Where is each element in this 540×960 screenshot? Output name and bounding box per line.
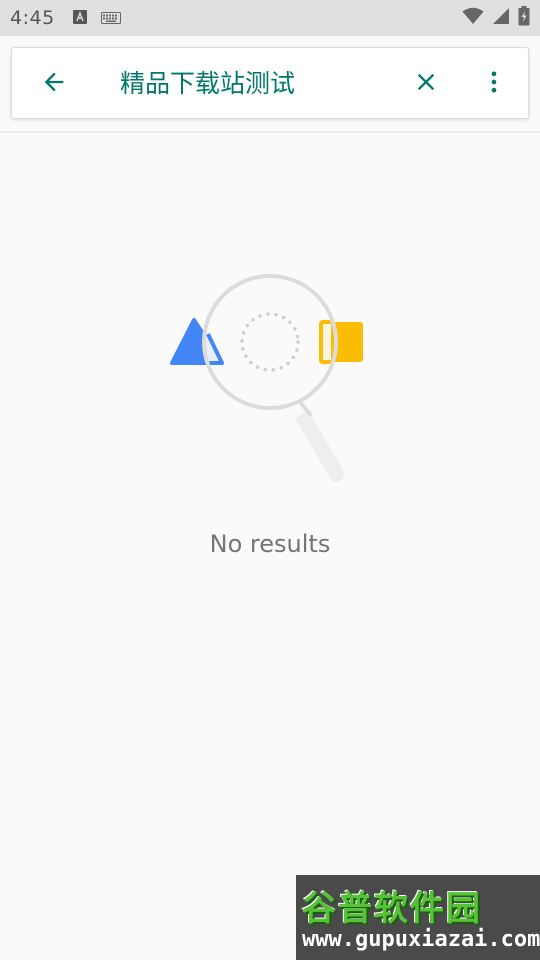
- watermark-title: 谷普软件园: [302, 889, 482, 929]
- search-input[interactable]: 精品下载站测试: [120, 66, 295, 102]
- wifi-icon: [462, 7, 484, 29]
- arrow-left-icon: [40, 68, 68, 100]
- battery-icon: [518, 6, 530, 30]
- keyboard-icon: [100, 9, 121, 28]
- watermark-logo: 谷普软件园 www.gupuxiazai.com: [296, 875, 540, 960]
- close-icon: [412, 68, 440, 100]
- signal-icon: [492, 7, 510, 29]
- empty-state-message: No results: [209, 530, 331, 558]
- status-time: 4:45: [10, 7, 55, 29]
- toolbar-divider: [0, 131, 540, 133]
- notification-icons: [72, 9, 121, 28]
- more-options-button[interactable]: [472, 62, 516, 106]
- system-icons: [462, 6, 530, 30]
- magnifier-no-results-icon: [160, 262, 380, 492]
- text-a-icon: [72, 9, 87, 28]
- status-bar: 4:45: [0, 0, 540, 36]
- watermark-url: www.gupuxiazai.com: [302, 927, 540, 952]
- back-button[interactable]: [32, 62, 76, 106]
- clear-search-button[interactable]: [404, 62, 448, 106]
- search-bar: 精品下载站测试: [11, 47, 529, 119]
- more-vertical-icon: [480, 68, 508, 100]
